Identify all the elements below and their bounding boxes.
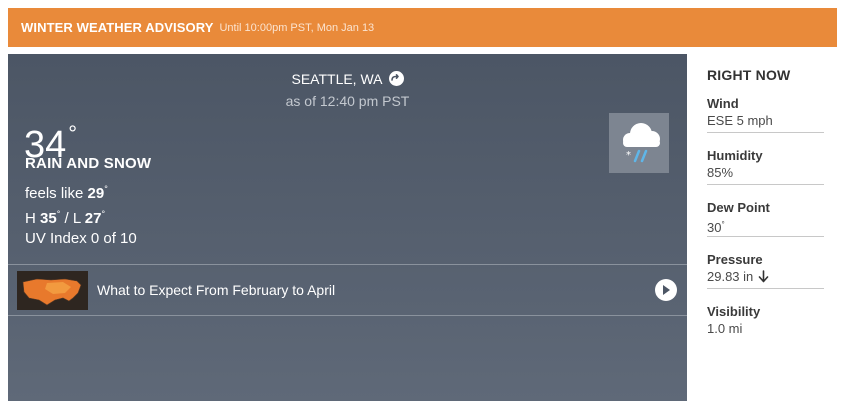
advisory-title: WINTER WEATHER ADVISORY (21, 20, 214, 35)
promo-title: What to Expect From February to April (97, 282, 336, 298)
temperature-details: feels like 29° H 35° / L 27° UV Index 0 … (25, 179, 137, 249)
stat-value: 85% (707, 165, 734, 180)
condition-text: RAIN AND SNOW (25, 155, 152, 172)
high-low: H 35° / L 27° (25, 209, 106, 227)
stat-pressure: Pressure 29.83 in (707, 247, 824, 289)
svg-text:*: * (626, 150, 631, 161)
uv-index: UV Index 0 of 10 (25, 230, 137, 247)
location-name: SEATTLE, WA (291, 71, 383, 87)
stat-visibility: Visibility 1.0 mi (707, 299, 824, 341)
stat-label: Pressure (707, 252, 763, 267)
stat-label: Wind (707, 96, 739, 111)
play-icon[interactable] (655, 279, 677, 301)
advisory-until: Until 10:00pm PST, Mon Jan 13 (219, 21, 375, 34)
right-now-panel: RIGHT NOW Wind ESE 5 mph Humidity 85% De… (707, 67, 824, 341)
feels-like: feels like 29° (25, 184, 108, 202)
us-map-icon (17, 270, 88, 310)
right-now-title: RIGHT NOW (707, 67, 791, 83)
video-promo[interactable]: What to Expect From February to April (8, 264, 687, 316)
weather-advisory-banner[interactable]: WINTER WEATHER ADVISORY Until 10:00pm PS… (8, 8, 837, 47)
arrow-right-circle-icon[interactable] (388, 71, 404, 86)
stat-value: 30° (707, 220, 725, 235)
stat-dew-point: Dew Point 30° (707, 195, 824, 237)
stat-value: 1.0 mi (707, 321, 743, 336)
stat-label: Humidity (707, 148, 763, 163)
stat-label: Dew Point (707, 200, 770, 215)
stat-wind: Wind ESE 5 mph (707, 91, 824, 133)
observation-time: as of 12:40 pm PST (285, 93, 410, 109)
stat-label: Visibility (707, 304, 761, 319)
stat-value: 29.83 in (707, 268, 824, 288)
stat-humidity: Humidity 85% (707, 143, 824, 185)
rain-snow-icon: * (609, 113, 669, 173)
stat-value: ESE 5 mph (707, 113, 773, 128)
current-conditions-panel: SEATTLE, WA as of 12:40 pm PST 34° RAIN … (8, 54, 687, 401)
arrow-down-icon (758, 270, 769, 288)
location-row: SEATTLE, WA (8, 71, 687, 87)
